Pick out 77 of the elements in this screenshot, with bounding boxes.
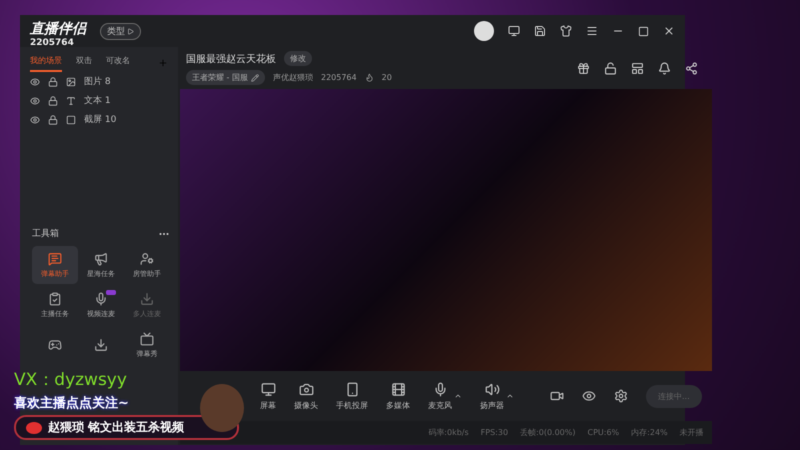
scene-tab[interactable]: 可改名 bbox=[106, 53, 130, 72]
source-label[interactable]: 截屏 10 bbox=[84, 113, 116, 126]
source-button[interactable]: 多媒体 bbox=[386, 382, 410, 410]
weibo-icon bbox=[26, 422, 42, 434]
play-icon bbox=[127, 28, 134, 34]
app-logo: 直播伴侣 bbox=[30, 20, 86, 38]
status-text: FPS:30 bbox=[480, 428, 508, 437]
phone-icon bbox=[344, 382, 360, 396]
lock-icon[interactable] bbox=[48, 114, 58, 124]
bell-icon[interactable] bbox=[658, 62, 671, 74]
scene-tab[interactable]: 我的场景 bbox=[30, 53, 62, 72]
close-icon[interactable] bbox=[663, 25, 675, 37]
microphone-icon bbox=[94, 292, 108, 306]
share-icon[interactable] bbox=[684, 62, 698, 74]
shirt-icon[interactable] bbox=[560, 25, 572, 37]
unlock-icon[interactable] bbox=[604, 62, 617, 74]
room-id: 2205764 bbox=[30, 38, 75, 48]
menu-icon[interactable] bbox=[586, 25, 598, 37]
tv-icon bbox=[140, 332, 154, 346]
pencil-icon bbox=[250, 74, 259, 82]
source-type-icon bbox=[66, 114, 76, 124]
caret-icon[interactable] bbox=[454, 392, 462, 400]
toolbox-title: 工具箱 bbox=[32, 228, 59, 240]
streamer-name: 声优赵猥琐 bbox=[272, 72, 313, 83]
video-icon[interactable] bbox=[550, 389, 564, 403]
user-gear-icon bbox=[140, 252, 154, 266]
source-button[interactable]: 手机投屏 bbox=[336, 382, 368, 410]
lock-icon[interactable] bbox=[48, 76, 58, 86]
category-button[interactable]: 王者荣耀 - 国服 bbox=[186, 70, 265, 85]
ad-board-icon bbox=[94, 252, 108, 266]
monitor-icon bbox=[260, 382, 276, 396]
type-button[interactable]: 类型 bbox=[100, 22, 141, 40]
stream-title: 国服最强赵云天花板 bbox=[186, 52, 276, 66]
source-type-icon bbox=[66, 96, 76, 106]
edit-button[interactable]: 修改 bbox=[284, 51, 312, 66]
save-icon[interactable] bbox=[534, 25, 546, 37]
download-icon bbox=[94, 338, 108, 352]
flame-icon bbox=[364, 73, 374, 82]
user-avatar[interactable] bbox=[474, 21, 494, 41]
lock-icon[interactable] bbox=[48, 96, 58, 106]
status-text: 丢帧:0(0.00%) bbox=[520, 427, 576, 438]
gift-icon[interactable] bbox=[576, 62, 590, 74]
follow-overlay-text: 喜欢主播点点关注~ bbox=[14, 394, 129, 412]
film-icon bbox=[390, 382, 406, 396]
new-badge bbox=[106, 290, 116, 295]
weibo-banner: 赵猥琐 铭文出装五杀视频 bbox=[14, 415, 239, 440]
eye-icon[interactable] bbox=[30, 96, 40, 106]
source-button[interactable]: 摄像头 bbox=[294, 382, 318, 410]
scene-tab[interactable]: 双击 bbox=[76, 53, 92, 72]
status-text: 内存:24% bbox=[631, 427, 668, 438]
speaker-icon bbox=[484, 382, 500, 396]
eye-icon[interactable] bbox=[582, 389, 596, 403]
source-label[interactable]: 图片 8 bbox=[84, 75, 111, 88]
wechat-overlay-text: VX：dyzwsyy bbox=[14, 369, 127, 391]
eye-icon[interactable] bbox=[30, 114, 40, 124]
settings-icon[interactable] bbox=[614, 389, 628, 403]
room-id: 2205764 bbox=[320, 73, 357, 82]
status-text: CPU:6% bbox=[588, 428, 620, 437]
heat-count: 20 bbox=[382, 73, 392, 82]
source-type-icon bbox=[66, 76, 76, 86]
gamepad-icon bbox=[48, 338, 62, 352]
monitor-icon[interactable] bbox=[508, 25, 520, 37]
microphone-icon bbox=[432, 382, 448, 396]
caret-icon[interactable] bbox=[506, 392, 514, 400]
checklist-icon bbox=[48, 292, 62, 306]
eye-icon[interactable] bbox=[30, 76, 40, 86]
maximize-icon[interactable] bbox=[638, 26, 649, 36]
source-button[interactable]: 麦克风 bbox=[428, 382, 452, 410]
source-button[interactable]: 扬声器 bbox=[480, 382, 504, 410]
status-text: 未开播 bbox=[680, 427, 704, 438]
download-icon bbox=[140, 292, 154, 306]
source-button[interactable]: 屏幕 bbox=[260, 382, 276, 410]
source-label[interactable]: 文本 1 bbox=[84, 94, 111, 107]
camera-icon bbox=[298, 382, 314, 396]
status-text: 码率:0kb/s bbox=[428, 427, 469, 438]
chat-box-icon bbox=[48, 252, 62, 266]
layout-icon[interactable] bbox=[630, 62, 644, 74]
